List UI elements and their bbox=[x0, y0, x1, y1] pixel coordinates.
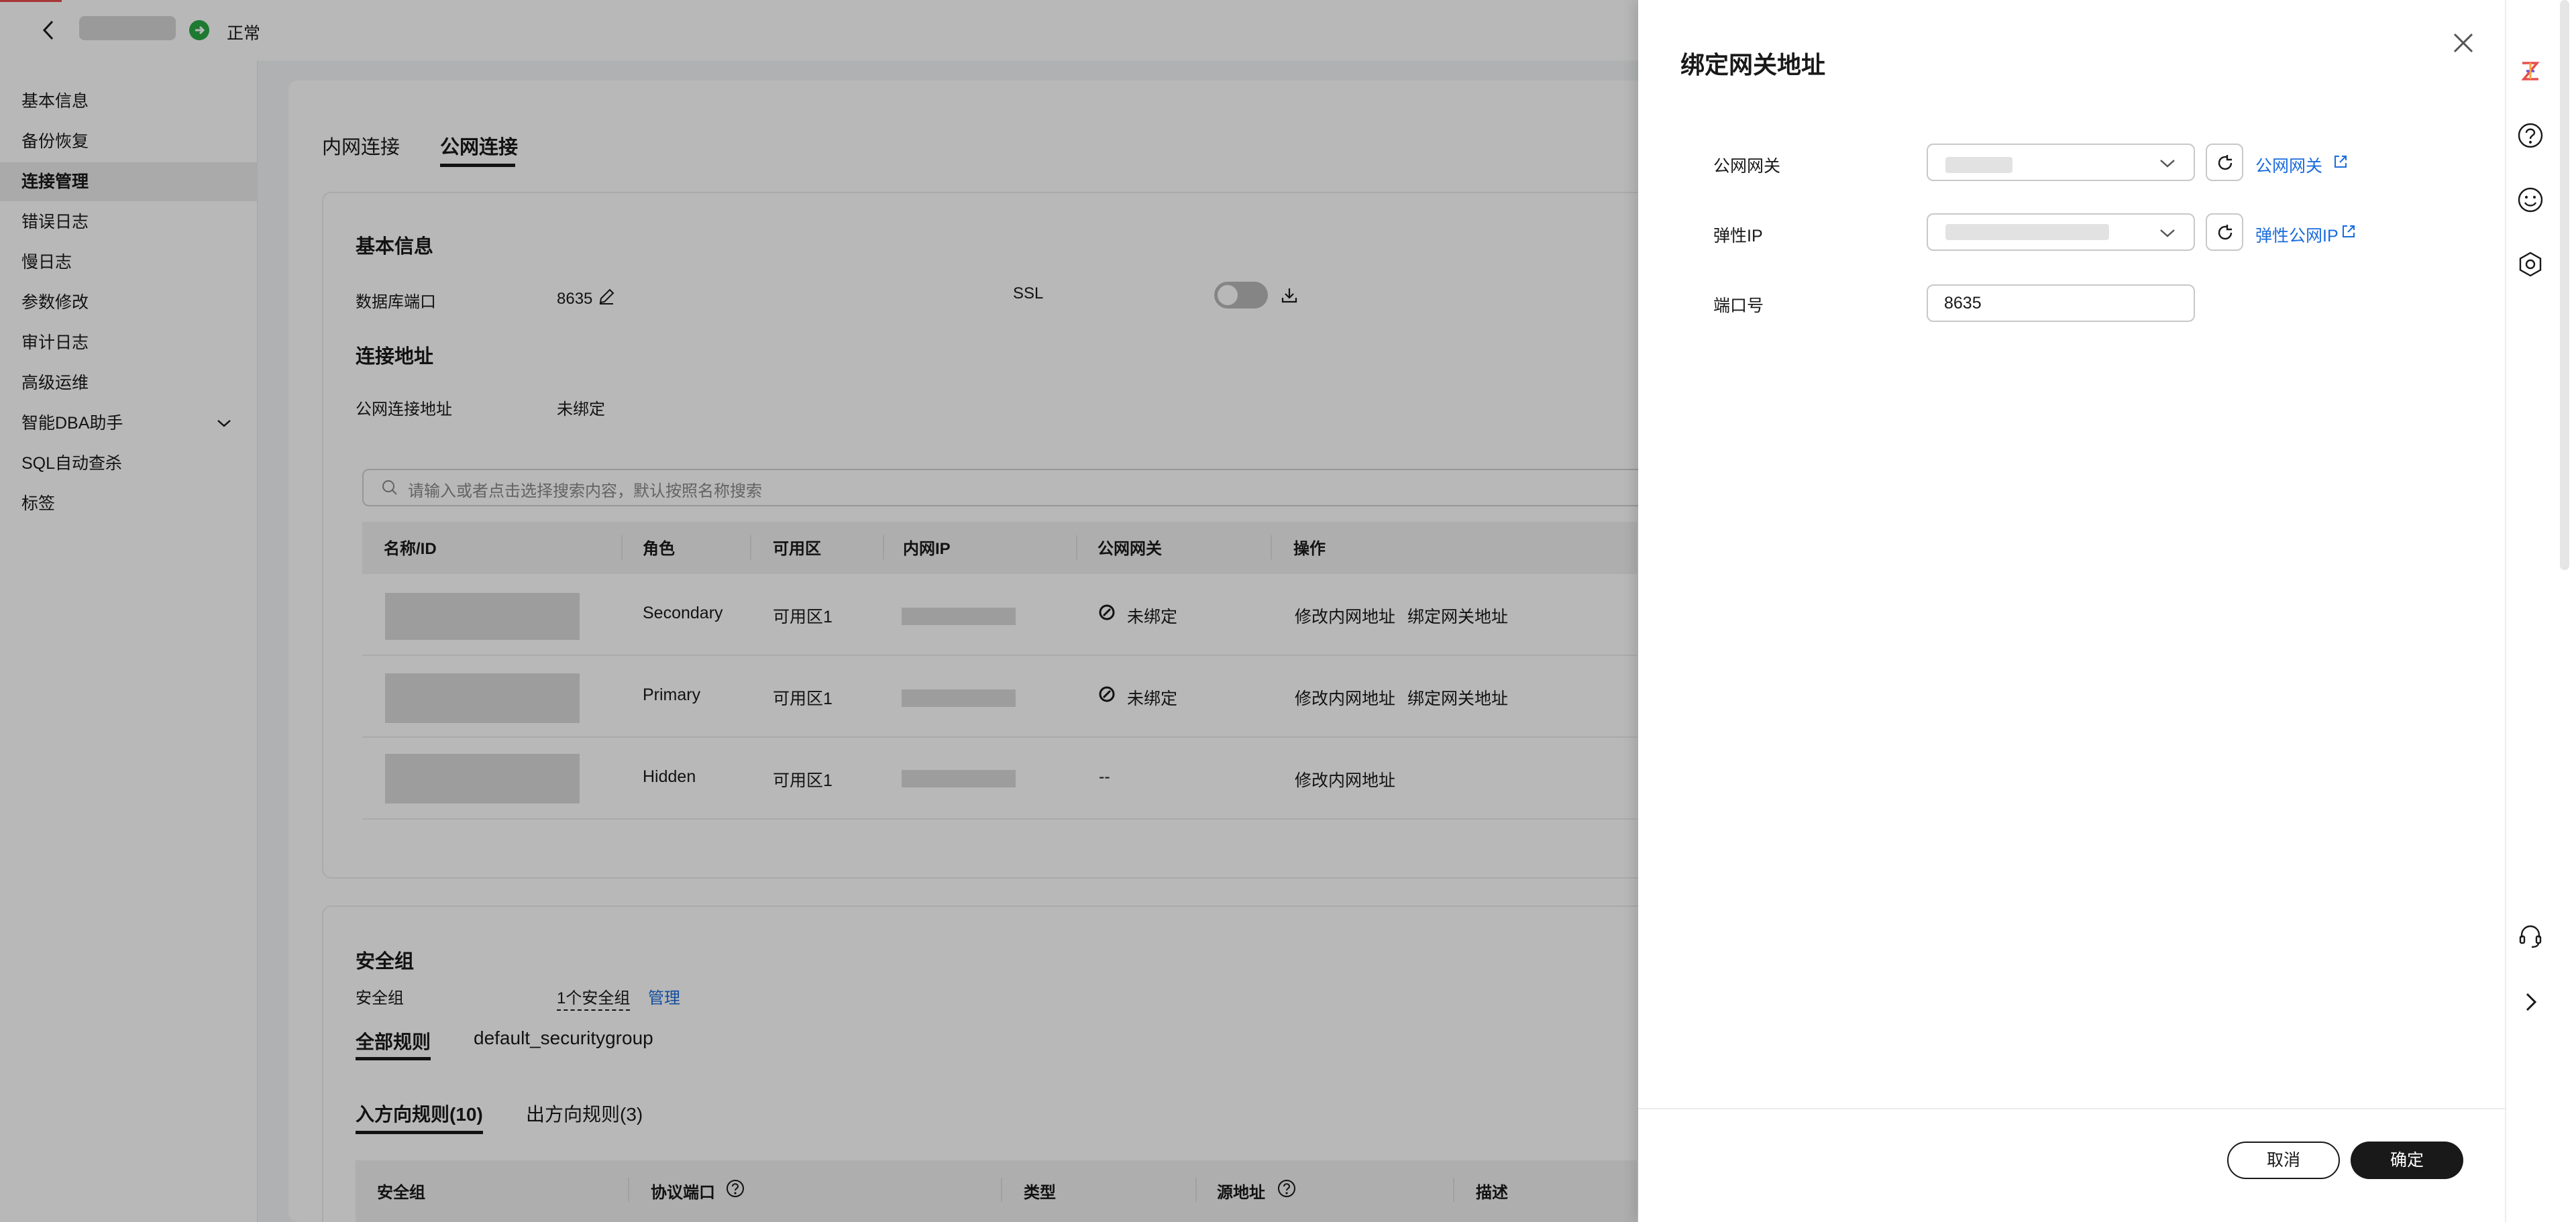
gateway-console-link[interactable]: 公网网关 bbox=[2255, 153, 2322, 177]
confirm-button[interactable]: 确定 bbox=[2351, 1142, 2463, 1179]
port-label: 端口号 bbox=[1713, 296, 1764, 315]
feedback-smile-icon[interactable] bbox=[2517, 186, 2544, 213]
close-icon[interactable] bbox=[2451, 31, 2475, 55]
gateway-label: 公网网关 bbox=[1713, 157, 1781, 176]
chevron-down-icon bbox=[2159, 227, 2176, 239]
eip-label: 弹性IP bbox=[1713, 227, 1763, 245]
eip-console-link[interactable]: 弹性公网IP bbox=[2255, 223, 2339, 247]
external-link-icon[interactable] bbox=[2333, 154, 2348, 169]
chevron-right-icon[interactable] bbox=[2517, 989, 2544, 1015]
ai-assistant-icon[interactable] bbox=[2517, 58, 2544, 85]
help-icon[interactable] bbox=[2517, 122, 2544, 149]
external-link-icon[interactable] bbox=[2341, 224, 2356, 239]
chevron-down-icon bbox=[2159, 157, 2176, 169]
refresh-eip-button[interactable] bbox=[2206, 213, 2243, 251]
refresh-gateway-button[interactable] bbox=[2206, 144, 2243, 181]
customer-service-headset-icon[interactable] bbox=[2517, 923, 2544, 950]
cancel-button[interactable]: 取消 bbox=[2227, 1142, 2340, 1179]
port-input[interactable] bbox=[1927, 284, 2195, 322]
eip-value-redacted bbox=[1945, 224, 2109, 240]
modal-backdrop[interactable] bbox=[0, 0, 1638, 1222]
scrollbar[interactable] bbox=[2560, 0, 2569, 570]
gear-icon[interactable] bbox=[2517, 251, 2544, 278]
drawer-footer-divider bbox=[1638, 1108, 2505, 1109]
drawer-title: 绑定网关地址 bbox=[1680, 51, 1826, 78]
gateway-value-redacted bbox=[1945, 157, 2012, 173]
bind-gateway-drawer bbox=[1638, 0, 2505, 1222]
